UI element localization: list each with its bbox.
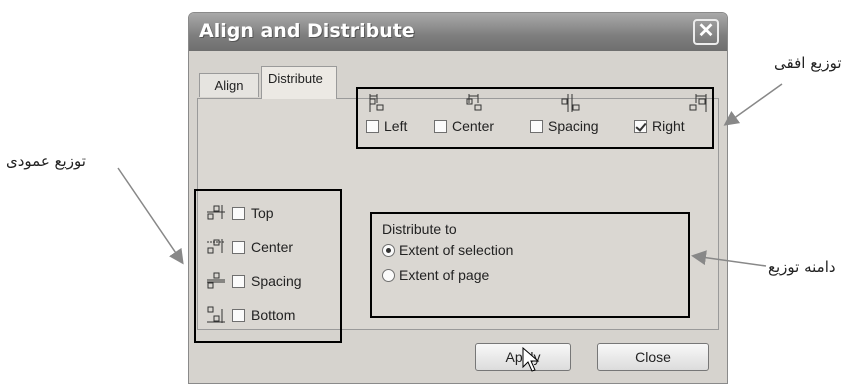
arrow-range	[691, 250, 767, 267]
arrow-vertical	[117, 167, 184, 265]
arrow-horizontal	[723, 83, 783, 126]
tab-distribute[interactable]: Distribute	[261, 66, 337, 99]
annotation-arrows	[117, 83, 783, 267]
